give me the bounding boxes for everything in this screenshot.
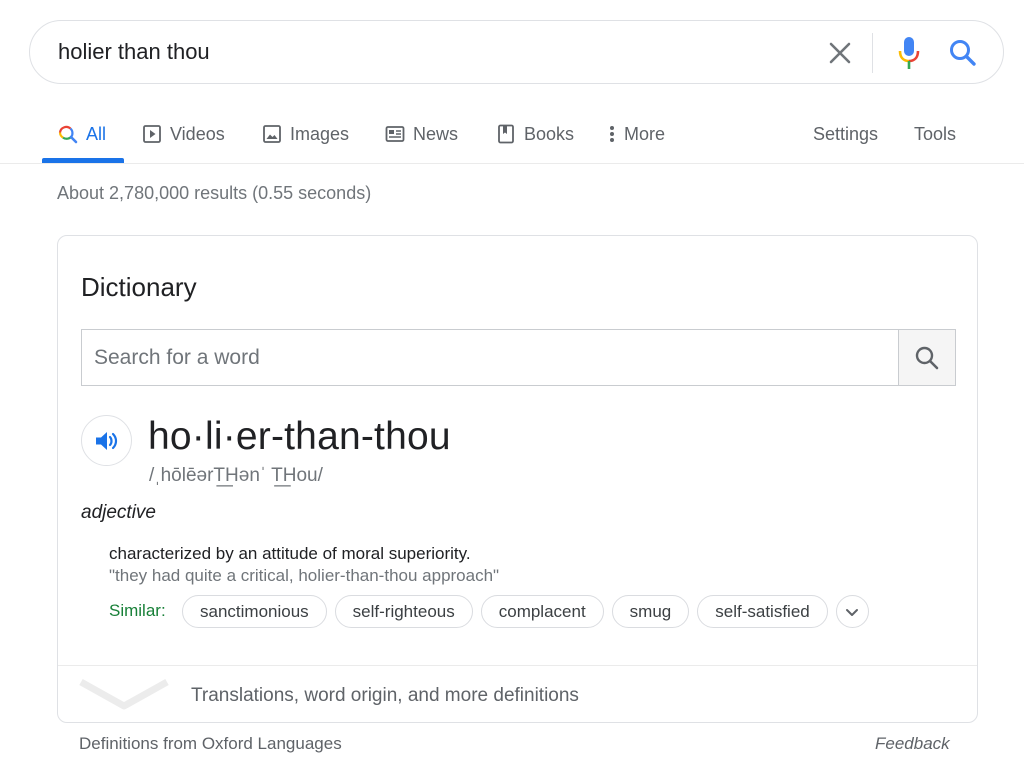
- active-tab-indicator: [42, 158, 124, 163]
- similar-word-chip[interactable]: complacent: [480, 595, 604, 628]
- more-vert-icon: [610, 126, 614, 142]
- similar-label: Similar:: [109, 601, 166, 620]
- tab-label: Images: [290, 123, 350, 144]
- settings-label: Settings: [813, 123, 879, 144]
- speaker-icon: [95, 431, 117, 450]
- tab-books[interactable]: Books: [496, 120, 574, 148]
- chevron-down-icon: [846, 608, 859, 616]
- tab-more[interactable]: More: [606, 120, 665, 148]
- pronunciation-button[interactable]: [81, 415, 132, 466]
- tab-images[interactable]: Images: [262, 120, 349, 148]
- search-tabs: All Videos Images News Books More Settin…: [0, 100, 1024, 164]
- settings-link[interactable]: Settings: [813, 120, 878, 148]
- result-stats: About 2,780,000 results (0.55 seconds): [57, 183, 372, 203]
- headword: ho·li·er-than-thou: [148, 415, 451, 458]
- search-placeholder: Search for a word: [94, 346, 260, 369]
- dictionary-card: Dictionary Search for a word ho·li·er-th…: [57, 235, 978, 723]
- image-icon: [263, 125, 281, 143]
- chevron-down-icon[interactable]: [77, 678, 171, 712]
- similar-words: sanctimonious self-righteous complacent …: [182, 595, 869, 628]
- tools-label: Tools: [914, 123, 957, 144]
- search-icon[interactable]: [947, 37, 979, 69]
- book-icon: [498, 124, 514, 144]
- phonetic-spelling: /ˌhōlēərT͟Hənˈ T͟Hou/: [149, 465, 323, 486]
- tab-all[interactable]: All: [58, 120, 106, 148]
- tab-label: More: [624, 123, 666, 144]
- similar-word-chip[interactable]: self-satisfied: [697, 595, 828, 628]
- card-divider: [58, 665, 977, 666]
- part-of-speech: adjective: [81, 502, 156, 523]
- play-icon: [143, 125, 161, 143]
- tab-label: Books: [524, 123, 575, 144]
- microphone-icon[interactable]: [896, 35, 922, 71]
- similar-word-chip[interactable]: smug: [611, 595, 690, 628]
- tab-label: Videos: [170, 123, 225, 144]
- dictionary-source: Definitions from Oxford Languages: [79, 734, 342, 753]
- feedback-link[interactable]: Feedback: [875, 734, 950, 754]
- card-title: Dictionary: [81, 272, 197, 302]
- tab-news[interactable]: News: [385, 120, 458, 148]
- similar-word-chip[interactable]: self-righteous: [334, 595, 473, 628]
- search-icon: [58, 125, 78, 144]
- tab-label: News: [413, 123, 459, 144]
- example-sentence: "they had quite a critical, holier-than-…: [109, 566, 500, 585]
- tab-label: All: [86, 123, 107, 144]
- dictionary-search-input[interactable]: Search for a word: [81, 329, 956, 386]
- search-bar[interactable]: holier than thou: [29, 20, 1004, 84]
- search-icon: [915, 346, 939, 369]
- similar-word-chip[interactable]: sanctimonious: [182, 595, 327, 628]
- dictionary-search-button[interactable]: [898, 330, 955, 385]
- news-icon: [385, 126, 405, 142]
- tab-videos[interactable]: Videos: [142, 120, 225, 148]
- definition: characterized by an attitude of moral su…: [109, 544, 471, 563]
- more-definitions-link[interactable]: Translations, word origin, and more defi…: [191, 685, 579, 707]
- search-divider: [872, 33, 873, 73]
- tools-link[interactable]: Tools: [914, 120, 956, 148]
- expand-similar-button[interactable]: [835, 595, 869, 628]
- search-query[interactable]: holier than thou: [58, 39, 210, 65]
- close-icon[interactable]: [826, 39, 854, 67]
